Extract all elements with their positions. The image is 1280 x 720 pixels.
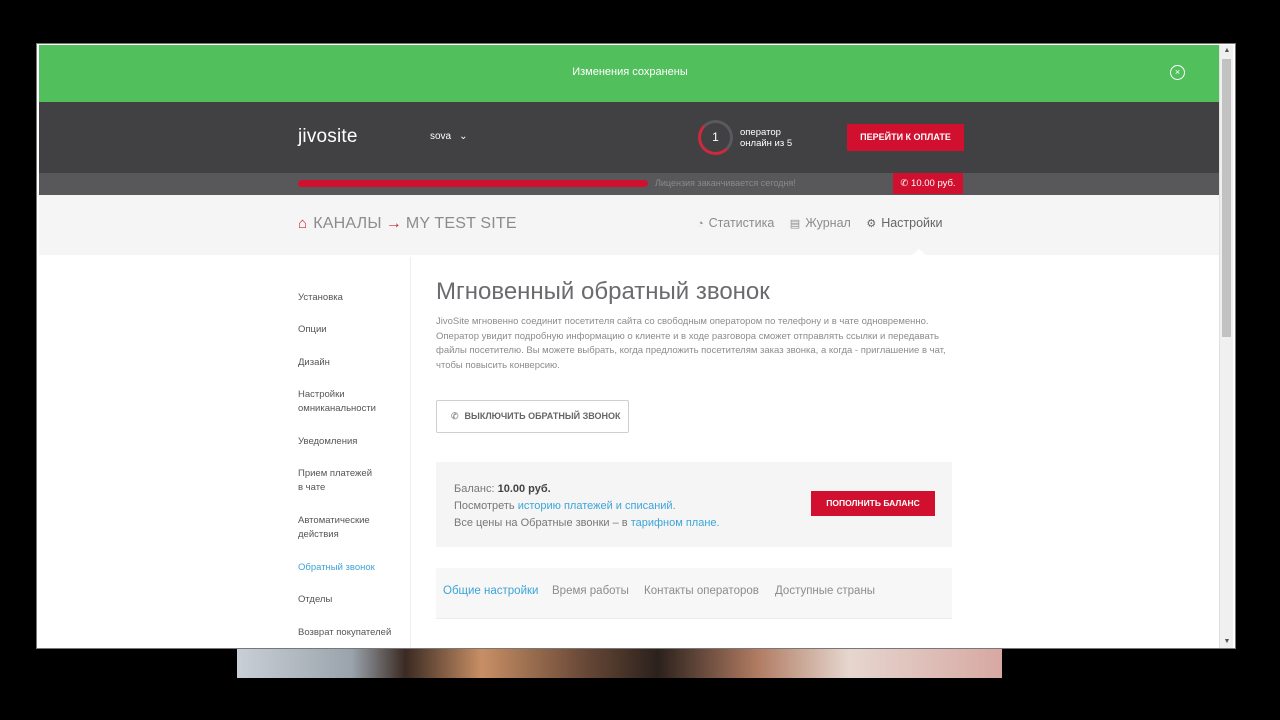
balance-badge[interactable]: ✆ 10.00 руб.: [893, 173, 963, 194]
license-expiry-message: Лицензия заканчивается сегодня!: [655, 178, 796, 188]
balance-label: Баланс:: [454, 483, 495, 495]
page-description: JivoSite мгновенно соединит посетителя с…: [436, 316, 946, 371]
balance-badge-value: 10.00 руб.: [911, 178, 956, 189]
sidebar-item-omnichannel-line1: Настройки: [298, 389, 345, 400]
sidebar-item-automation[interactable]: Автоматические действия: [298, 514, 370, 542]
site-name: sova: [430, 131, 452, 142]
disable-callback-button[interactable]: ✆ ВЫКЛЮЧИТЬ ОБРАТНЫЙ ЗВОНОК: [436, 400, 629, 433]
nav-settings-label: Настройки: [881, 216, 943, 230]
tab-general-settings[interactable]: Общие настройки: [443, 585, 538, 597]
section-nav: ◔ Статистика ▤ Журнал ⚙ Настройки: [697, 216, 954, 230]
sidebar-item-automation-line1: Автоматические: [298, 515, 370, 526]
tab-working-hours[interactable]: Время работы: [552, 585, 629, 597]
top-up-balance-button[interactable]: ПОПОЛНИТЬ БАЛАНС: [811, 491, 935, 516]
nav-journal-label: Журнал: [805, 216, 851, 230]
page-title: Мгновенный обратный звонок: [436, 278, 770, 305]
settings-tabs: Общие настройки Время работы Контакты оп…: [436, 568, 952, 619]
prices-prefix: Все цены на Обратные звонки – в: [454, 517, 628, 529]
sidebar-item-payments[interactable]: Прием платежей в чате: [298, 467, 372, 495]
journal-icon: ▤: [789, 218, 801, 230]
operators-online-text: оператор онлайн из 5: [740, 127, 792, 149]
operators-online-ring: 1: [698, 120, 733, 155]
chevron-down-icon: ⌄: [459, 131, 468, 142]
disable-callback-label: ВЫКЛЮЧИТЬ ОБРАТНЫЙ ЗВОНОК: [464, 411, 621, 421]
operators-line-1: оператор: [740, 127, 781, 138]
tab-operator-contacts[interactable]: Контакты операторов: [644, 585, 759, 597]
pie-chart-icon: ◔: [697, 218, 704, 230]
saved-notification: Изменения сохранены ×: [39, 45, 1221, 102]
balance-panel: Баланс: 10.00 руб. Посмотреть историю пл…: [436, 462, 952, 547]
tariff-plan-link[interactable]: тарифном плане.: [631, 517, 720, 529]
nav-journal[interactable]: ▤ Журнал: [790, 216, 851, 230]
sidebar-item-departments[interactable]: Отделы: [298, 593, 332, 607]
breadcrumb: ⌂ КАНАЛЫ → MY TEST SITE: [298, 215, 517, 233]
operators-line-2: онлайн из 5: [740, 138, 793, 149]
tab-available-countries[interactable]: Доступные страны: [775, 585, 875, 597]
go-to-payment-button[interactable]: ПЕРЕЙТИ К ОПЛАТЕ: [847, 124, 964, 151]
nav-settings[interactable]: ⚙ Настройки: [866, 216, 942, 230]
home-icon[interactable]: ⌂: [298, 215, 307, 232]
phone-icon: ✆: [900, 178, 909, 189]
sidebar-item-payments-line1: Прием платежей: [298, 468, 373, 479]
gear-icon: ⚙: [866, 218, 877, 230]
sidebar-item-design[interactable]: Дизайн: [298, 356, 330, 370]
page-viewport: Изменения сохранены × jivosite sova ⌄ 1 о…: [39, 45, 1221, 648]
site-selector[interactable]: sova ⌄: [430, 131, 468, 142]
vertical-scrollbar[interactable]: ▲ ▼: [1219, 45, 1233, 648]
jivosite-logo[interactable]: jivosite: [298, 126, 358, 148]
scrollbar-thumb[interactable]: [1222, 59, 1231, 337]
top-bar: [39, 102, 1221, 173]
sidebar-item-callback[interactable]: Обратный звонок: [298, 561, 375, 575]
balance-value: 10.00 руб.: [497, 483, 551, 495]
scroll-up-icon[interactable]: ▲: [1220, 45, 1234, 57]
breadcrumb-channels[interactable]: КАНАЛЫ: [313, 215, 381, 232]
sidebar-item-automation-line2: действия: [298, 529, 339, 540]
browser-window: Изменения сохранены × jivosite sova ⌄ 1 о…: [36, 43, 1236, 649]
sidebar-item-omnichannel[interactable]: Настройки омниканальности: [298, 388, 376, 416]
sidebar-item-options[interactable]: Опции: [298, 323, 327, 337]
sidebar-item-notifications[interactable]: Уведомления: [298, 435, 357, 449]
breadcrumb-arrow: →: [385, 215, 402, 232]
nav-statistics-label: Статистика: [708, 216, 775, 230]
sidebar-item-omnichannel-line2: омниканальности: [298, 403, 376, 414]
sidebar-divider: [410, 257, 411, 648]
notification-message: Изменения сохранены: [572, 66, 688, 78]
active-tab-caret: [912, 249, 926, 255]
nav-statistics[interactable]: ◔ Статистика: [697, 216, 774, 230]
sidebar-item-install[interactable]: Установка: [298, 291, 343, 305]
desktop-wallpaper: [237, 649, 1002, 678]
license-progress-bar: [298, 180, 648, 187]
sidebar-item-returning-customers[interactable]: Возврат покупателей: [298, 626, 391, 640]
balance-info: Баланс: 10.00 руб. Посмотреть историю пл…: [454, 481, 720, 532]
close-icon[interactable]: ×: [1170, 65, 1185, 80]
sidebar-item-payments-line2: в чате: [298, 482, 326, 493]
scroll-down-icon[interactable]: ▼: [1220, 636, 1234, 648]
breadcrumb-site: MY TEST SITE: [405, 215, 517, 232]
payment-history-link[interactable]: историю платежей и списаний.: [518, 500, 676, 512]
phone-off-icon: ✆: [451, 411, 459, 421]
history-prefix: Посмотреть: [454, 500, 515, 512]
navigation-bar: [39, 195, 1221, 255]
